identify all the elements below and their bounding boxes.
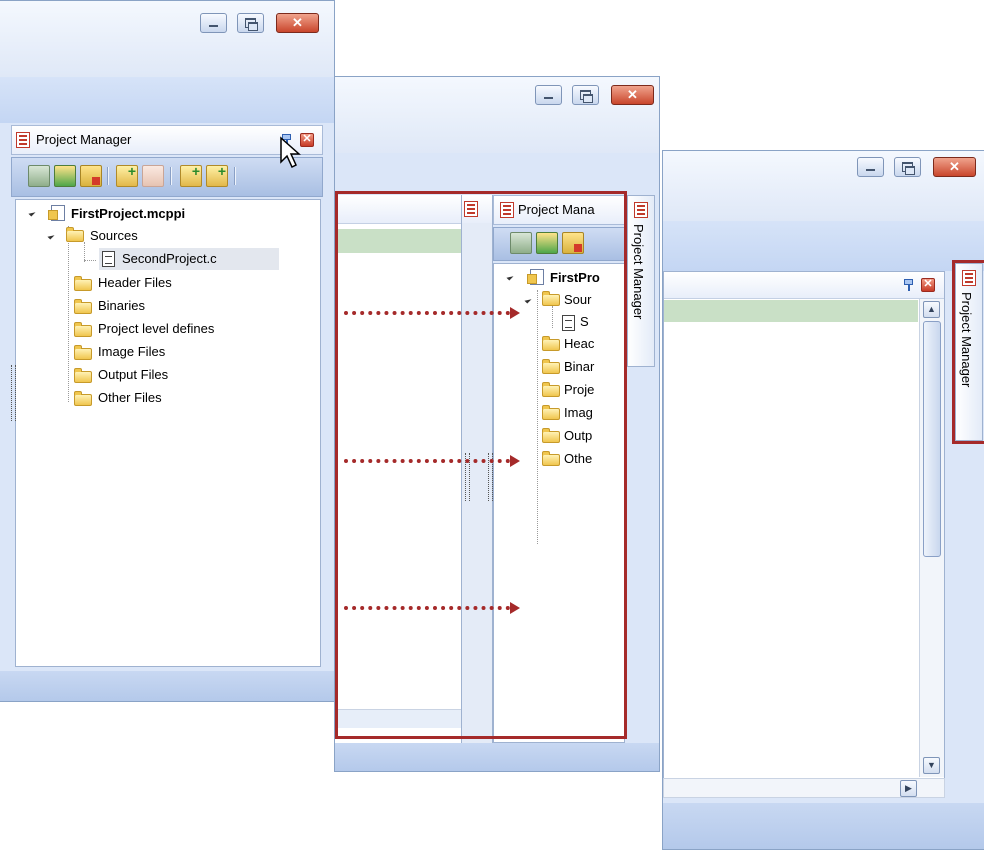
panel-title-bar[interactable]: Project Manager: [11, 125, 323, 155]
project-manager-icon: [16, 132, 30, 148]
scroll-down-icon[interactable]: ▼: [923, 757, 940, 774]
tree-item-other[interactable]: Other Files: [98, 388, 162, 408]
toolbar-separator: [170, 167, 172, 185]
tree-item-defines[interactable]: Project level defines: [98, 319, 214, 339]
toolbar-separator: [107, 167, 109, 185]
window-1-restore-button[interactable]: [237, 13, 264, 33]
mouse-cursor-icon: [280, 136, 301, 169]
annotation-box-tab: [952, 260, 984, 444]
annotation-arrow: [344, 455, 520, 467]
panel-close-icon[interactable]: [921, 277, 935, 292]
panel-close-icon[interactable]: [300, 132, 314, 147]
folder-icon: [74, 345, 92, 360]
vertical-tab-label: Project Manager: [631, 224, 646, 320]
tree-item-file[interactable]: SecondProject.c: [122, 249, 217, 269]
window-3-band: [663, 221, 984, 271]
project-tree: FirstProject.mcppi Sources SecondProject…: [15, 199, 321, 667]
tree-line: [84, 260, 96, 261]
toolbar-add-icon[interactable]: [54, 165, 76, 187]
toolbar-new-folder-icon[interactable]: [116, 163, 138, 187]
tree-line: [84, 242, 85, 262]
window-2-restore-button[interactable]: [572, 85, 599, 105]
window-1-minimize-button[interactable]: [200, 13, 227, 33]
window-3-minimize-button[interactable]: [857, 157, 884, 177]
vertical-scrollbar[interactable]: ▲ ▼: [919, 299, 944, 777]
window-3-close-button[interactable]: [933, 157, 976, 177]
window-3: ▲ ▼ ▶ Project Manager: [662, 150, 984, 850]
toolbar-remove-icon[interactable]: [80, 165, 102, 187]
window-1: Project Manager FirstProject.mcppi Sourc…: [0, 0, 335, 702]
pin-icon[interactable]: [902, 278, 916, 292]
annotation-arrow: [344, 307, 520, 319]
folder-icon: [74, 299, 92, 314]
folder-icon: [74, 368, 92, 383]
toolbar-add-file-icon[interactable]: [180, 163, 202, 187]
tree-item-images[interactable]: Image Files: [98, 342, 165, 362]
tree-item-root[interactable]: FirstProject.mcppi: [71, 204, 185, 224]
horizontal-scrollbar[interactable]: ▶: [663, 778, 945, 798]
window-2: Project Mana FirstPro Sour S Heac Binar …: [334, 76, 660, 772]
window-2-minimize-button[interactable]: [535, 85, 562, 105]
window-2-close-button[interactable]: [611, 85, 654, 105]
window-3-editor: ▲ ▼: [663, 271, 945, 796]
expand-arrow-icon[interactable]: [47, 232, 55, 240]
tree-line: [68, 226, 69, 402]
window-1-band: [0, 77, 334, 123]
annotation-box-panel: [335, 191, 627, 739]
folder-icon: [74, 276, 92, 291]
annotation-arrow: [344, 602, 520, 614]
folder-icon: [74, 322, 92, 337]
tree-item-header[interactable]: Header Files: [98, 273, 172, 293]
window-2-statusbar: [335, 743, 659, 771]
project-manager-icon: [634, 202, 648, 218]
panel-title: Project Manager: [36, 132, 132, 147]
window-1-statusbar: [0, 671, 334, 701]
folder-icon: [74, 391, 92, 406]
selected-line: [664, 300, 918, 322]
file-icon: [102, 251, 115, 267]
scroll-thumb[interactable]: [923, 321, 941, 557]
toolbar-remove-file-icon[interactable]: [206, 163, 228, 187]
folder-icon: [66, 227, 84, 242]
toolbar-folder-disabled-icon: [142, 165, 164, 187]
tree-item-binaries[interactable]: Binaries: [98, 296, 145, 316]
tree-item-sources[interactable]: Sources: [90, 226, 138, 246]
scroll-right-icon[interactable]: ▶: [900, 780, 917, 797]
project-manager-vertical-tab[interactable]: Project Manager: [627, 195, 655, 367]
splitter-grip[interactable]: [11, 365, 16, 421]
expand-arrow-icon[interactable]: [28, 209, 36, 217]
window-1-close-button[interactable]: [276, 13, 319, 33]
window-3-statusbar: [663, 803, 984, 849]
scroll-up-icon[interactable]: ▲: [923, 301, 940, 318]
toolbar-separator: [234, 167, 236, 185]
tree-item-output[interactable]: Output Files: [98, 365, 168, 385]
window-3-restore-button[interactable]: [894, 157, 921, 177]
project-icon: [48, 205, 65, 221]
panel-toolbar: [11, 157, 323, 197]
toolbar-group-icon[interactable]: [28, 165, 50, 187]
